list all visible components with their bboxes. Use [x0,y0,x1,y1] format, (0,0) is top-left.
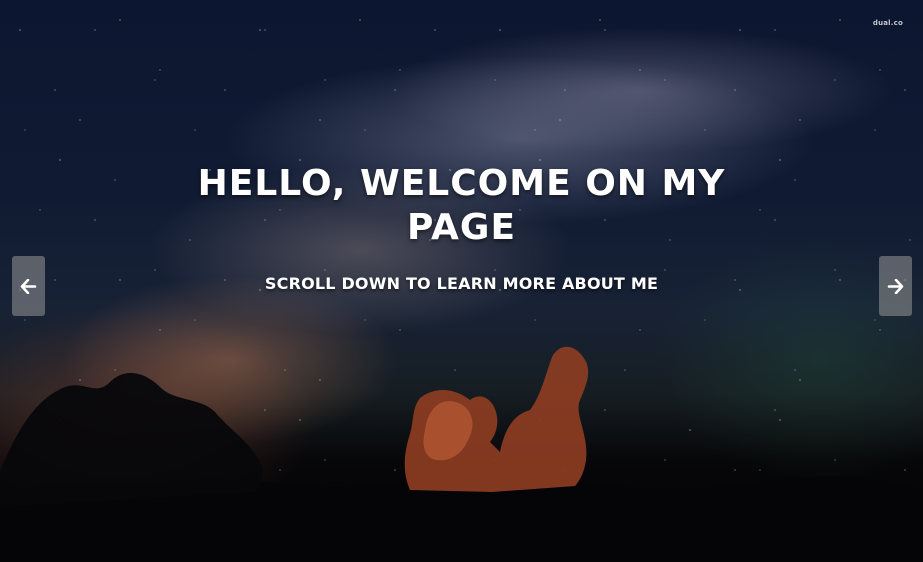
carousel-prev-button[interactable] [12,256,45,316]
hero-section: dual.co HELLO, WELCOME ON MY PAGE SCROLL… [0,0,923,562]
tree-silhouette [0,372,263,507]
arrow-right-icon [887,278,904,294]
hero-subheadline: SCROLL DOWN TO LEARN MORE ABOUT ME [264,274,659,293]
watermark-text: dual.co [872,19,903,27]
carousel-next-button[interactable] [879,256,912,316]
landscape-silhouette [0,346,923,562]
arrow-left-icon [20,278,37,294]
hero-headline: HELLO, WELCOME ON MY PAGE [197,163,726,248]
